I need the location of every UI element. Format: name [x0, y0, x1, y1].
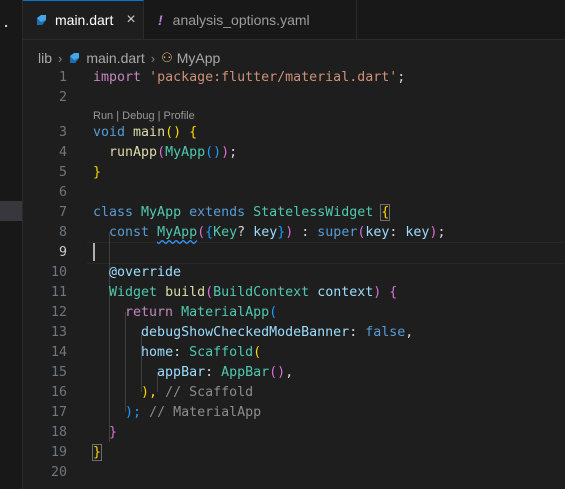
line-number: 3: [58, 125, 67, 140]
more-icon[interactable]: ⠂: [3, 17, 13, 37]
code-line-19: }: [91, 444, 103, 461]
line-number: 8: [58, 225, 67, 240]
line-number: 11: [50, 285, 67, 300]
code-line-18: }: [109, 425, 118, 440]
line-number: 7: [58, 205, 67, 220]
line-number: 17: [50, 405, 67, 420]
line-number: 1: [58, 70, 67, 85]
line-number: 5: [58, 165, 67, 180]
breadcrumb: lib › main.dart › ⚇ MyApp: [38, 47, 220, 69]
line-number: 20: [50, 465, 67, 480]
line-number: 6: [58, 185, 67, 200]
code-line-17: ); // MaterialApp: [125, 405, 262, 420]
code-line-15: appBar: AppBar(),: [157, 365, 294, 380]
tab-label: main.dart: [55, 12, 114, 28]
yaml-warning-icon: !: [158, 11, 163, 28]
code-line-4: runApp(MyApp());: [109, 145, 238, 160]
breadcrumb-symbol[interactable]: MyApp: [177, 50, 221, 66]
line-number: 16: [50, 385, 67, 400]
line-number: 9: [58, 245, 67, 260]
code-line-13: debugShowCheckedModeBanner: false,: [141, 325, 414, 340]
line-number: 4: [58, 145, 67, 160]
code-line-8: const MyApp({Key? key}) : super(key: key…: [109, 225, 446, 240]
breadcrumb-file[interactable]: main.dart: [86, 50, 144, 66]
code-line-16: ), // Scaffold: [141, 385, 254, 400]
indent-guide: [141, 332, 142, 392]
class-symbol-icon: ⚇: [161, 50, 173, 65]
line-number: 14: [50, 345, 67, 360]
tab-main-dart[interactable]: main.dart ×: [23, 0, 144, 39]
code-line-14: home: Scaffold(: [141, 345, 262, 360]
code-line-1: import 'package:flutter/material.dart';: [93, 70, 406, 85]
selected-strip-item[interactable]: [0, 201, 22, 221]
tab-analysis-options[interactable]: ! analysis_options.yaml: [144, 0, 357, 39]
code-editor[interactable]: 1 2 3 4 5 6 7 8 9 10 11 12 13 14 15 16 17 18 19 20 import '…: [23, 68, 565, 489]
line-number: 18: [50, 425, 67, 440]
codelens-run-debug-profile[interactable]: Run | Debug | Profile: [93, 110, 195, 122]
dart-file-icon: [37, 15, 46, 25]
code-line-11: Widget build(BuildContext context) {: [109, 285, 398, 300]
code-line-5: }: [93, 165, 102, 180]
code-line-12: return MaterialApp(: [125, 305, 278, 320]
current-line-highlight: [87, 242, 565, 264]
dart-file-icon: [70, 53, 80, 63]
code-line-10: @override: [109, 265, 182, 280]
code-line-7: class MyApp extends StatelessWidget {: [93, 204, 391, 221]
tab-bar: main.dart × ! analysis_options.yaml: [23, 0, 565, 40]
close-icon[interactable]: ×: [126, 11, 135, 29]
line-number: 15: [50, 365, 67, 380]
chevron-right-icon: ›: [58, 50, 63, 66]
line-number: 2: [58, 90, 67, 105]
line-number: 12: [50, 305, 67, 320]
text-cursor: [93, 243, 95, 261]
line-number: 13: [50, 325, 67, 340]
line-number: 19: [50, 445, 67, 460]
breadcrumb-folder[interactable]: lib: [38, 50, 52, 66]
chevron-right-icon: ›: [150, 50, 156, 66]
line-number: 10: [50, 265, 67, 280]
activity-strip: ⠂: [0, 0, 23, 489]
code-line-3: void main() {: [93, 125, 198, 140]
tab-label: analysis_options.yaml: [172, 11, 310, 28]
